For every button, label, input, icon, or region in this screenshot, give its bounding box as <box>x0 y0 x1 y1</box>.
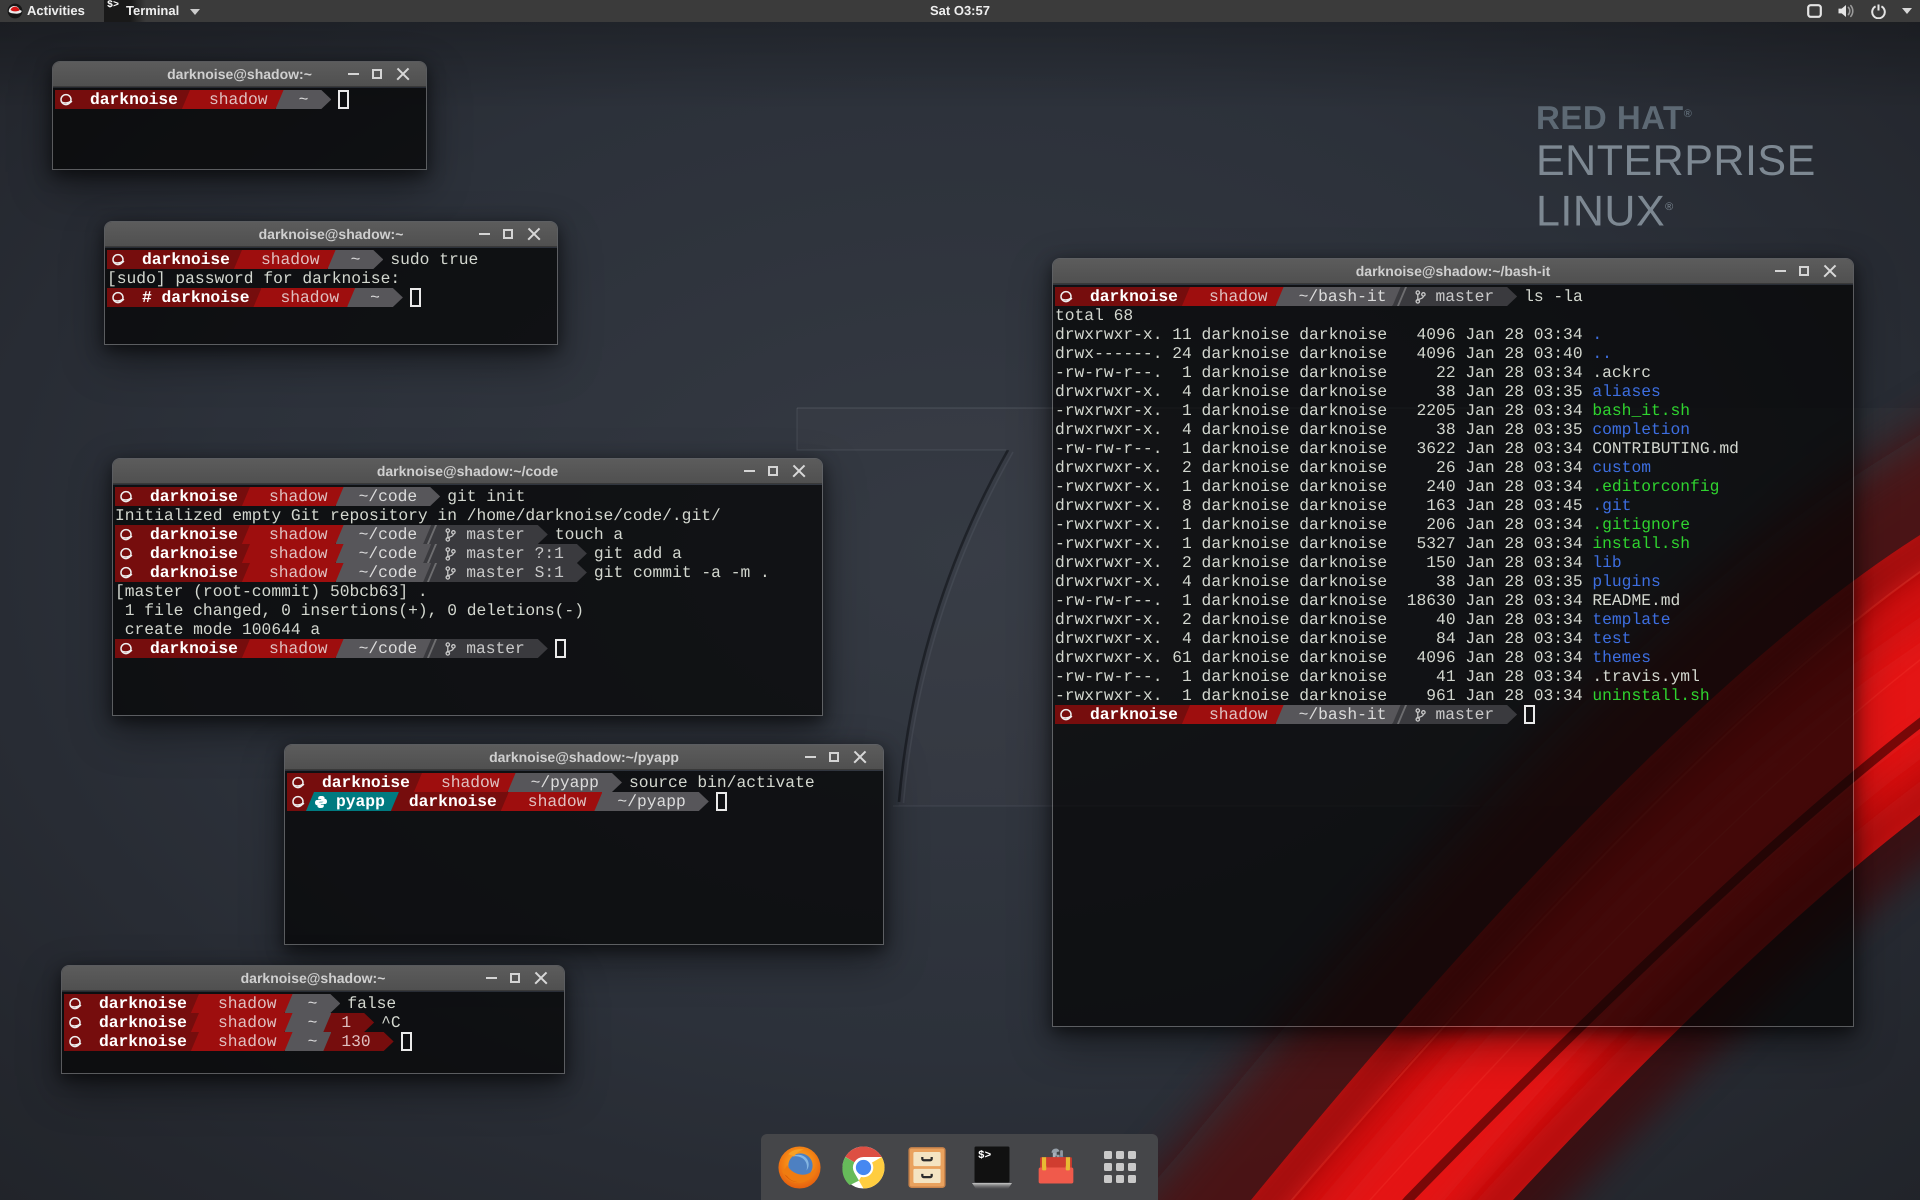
svg-text:$>: $> <box>978 1149 992 1162</box>
